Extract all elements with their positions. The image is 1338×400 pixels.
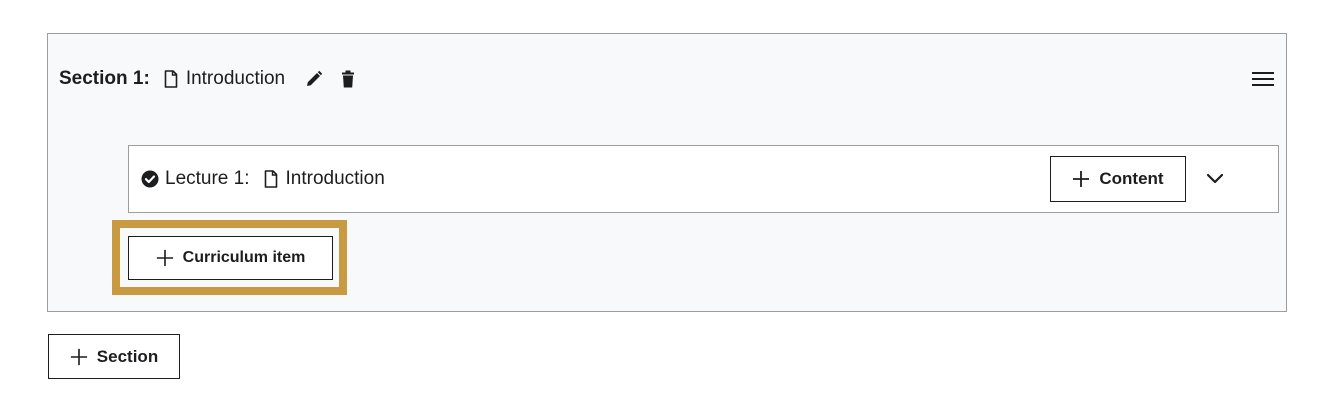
hamburger-menu-icon[interactable] <box>1251 68 1275 90</box>
file-icon <box>262 169 280 189</box>
add-section-label: Section <box>96 346 159 366</box>
add-content-button[interactable]: Content <box>1050 156 1186 202</box>
plus-icon <box>156 249 174 267</box>
add-content-label: Content <box>1099 169 1164 188</box>
lecture-label: Lecture 1: <box>165 168 250 189</box>
edit-icon[interactable] <box>303 68 325 90</box>
check-circle-icon <box>141 170 159 188</box>
section-header: Section 1: Introduction <box>59 64 367 94</box>
lecture-item[interactable]: Lecture 1: Introduction Content <box>128 145 1279 213</box>
add-curriculum-item-label: Curriculum item <box>182 249 306 266</box>
section-title: Introduction <box>185 68 286 89</box>
file-icon <box>162 69 180 89</box>
chevron-down-icon[interactable] <box>1204 168 1226 190</box>
add-curriculum-item-button[interactable]: Curriculum item <box>128 236 333 280</box>
add-section-button[interactable]: Section <box>48 334 180 379</box>
section-container: Section 1: Introduction Lecture 1: Intro… <box>47 33 1287 312</box>
lecture-header: Lecture 1: Introduction <box>141 146 385 212</box>
lecture-title: Introduction <box>285 168 385 189</box>
trash-icon[interactable] <box>337 68 359 90</box>
plus-icon <box>1072 170 1090 188</box>
section-label: Section 1: <box>59 68 150 89</box>
plus-icon <box>70 348 88 366</box>
